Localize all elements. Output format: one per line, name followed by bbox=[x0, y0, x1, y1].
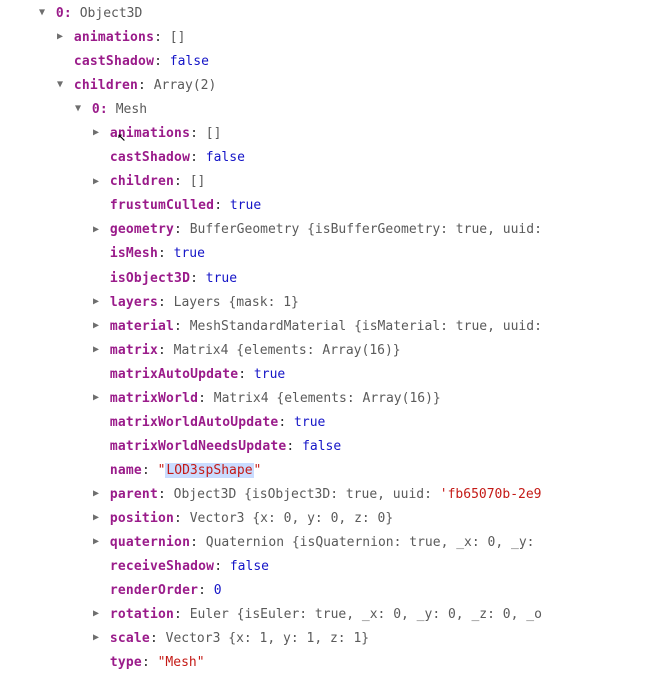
type-label: Mesh bbox=[116, 102, 147, 117]
prop-castShadow[interactable]: ▶ castShadow: false bbox=[8, 50, 653, 74]
chevron-right-icon[interactable]: ▶ bbox=[90, 605, 102, 624]
chevron-right-icon[interactable]: ▶ bbox=[90, 509, 102, 528]
prop-matrix[interactable]: ▶ matrix: Matrix4 {elements: Array(16)} bbox=[8, 339, 653, 363]
chevron-right-icon[interactable]: ▶ bbox=[54, 28, 66, 47]
chevron-right-icon[interactable]: ▶ bbox=[90, 341, 102, 360]
index-label: 0: bbox=[56, 6, 72, 21]
prop-quaternion[interactable]: ▶ quaternion: Quaternion {isQuaternion: … bbox=[8, 531, 653, 555]
value-label: [] bbox=[170, 30, 186, 45]
prop-layers[interactable]: ▶ layers: Layers {mask: 1} bbox=[8, 291, 653, 315]
prop-frustumCulled[interactable]: ▶ frustumCulled: true bbox=[8, 194, 653, 218]
prop-receiveShadow[interactable]: ▶ receiveShadow: false bbox=[8, 555, 653, 579]
selected-text: LOD3spShape bbox=[165, 463, 253, 478]
chevron-right-icon[interactable]: ▶ bbox=[90, 485, 102, 504]
prop-castShadow[interactable]: ▶ castShadow: false bbox=[8, 146, 653, 170]
prop-animations[interactable]: ▶ animations: [] bbox=[8, 122, 653, 146]
prop-parent[interactable]: ▶ parent: Object3D {isObject3D: true, uu… bbox=[8, 483, 653, 507]
node-child-0[interactable]: ▼ 0: Mesh bbox=[8, 98, 653, 122]
prop-isObject3D[interactable]: ▶ isObject3D: true bbox=[8, 267, 653, 291]
value-label: false bbox=[170, 54, 209, 69]
chevron-down-icon[interactable]: ▼ bbox=[72, 100, 84, 119]
prop-scale[interactable]: ▶ scale: Vector3 {x: 1, y: 1, z: 1} bbox=[8, 627, 653, 651]
prop-children[interactable]: ▼ children: Array(2) bbox=[8, 74, 653, 98]
chevron-right-icon[interactable]: ▶ bbox=[90, 173, 102, 192]
prop-type[interactable]: ▶ type: "Mesh" bbox=[8, 651, 653, 675]
chevron-right-icon[interactable]: ▶ bbox=[90, 389, 102, 408]
chevron-right-icon[interactable]: ▶ bbox=[90, 533, 102, 552]
prop-renderOrder[interactable]: ▶ renderOrder: 0 bbox=[8, 579, 653, 603]
expand-toggle-open[interactable]: ▼ bbox=[36, 4, 48, 23]
chevron-right-icon[interactable]: ▶ bbox=[90, 221, 102, 240]
node-root[interactable]: ▼ 0: Object3D bbox=[8, 2, 653, 26]
prop-matrixWorldAutoUpdate[interactable]: ▶ matrixWorldAutoUpdate: true bbox=[8, 411, 653, 435]
chevron-right-icon[interactable]: ▶ bbox=[90, 317, 102, 336]
chevron-right-icon[interactable]: ▶ bbox=[90, 293, 102, 312]
value-label: Array(2) bbox=[154, 78, 217, 93]
console-object-tree[interactable]: ▼ 0: Object3D ▶ animations: [] ▶ castSha… bbox=[0, 0, 653, 691]
key-label: children bbox=[74, 78, 138, 93]
prop-name[interactable]: ▶ name: "LOD3spShape" bbox=[8, 459, 653, 483]
key-label: castShadow bbox=[74, 54, 154, 69]
key-label: animations bbox=[74, 30, 154, 45]
prop-matrixWorldNeedsUpdate[interactable]: ▶ matrixWorldNeedsUpdate: false bbox=[8, 435, 653, 459]
prop-rotation[interactable]: ▶ rotation: Euler {isEuler: true, _x: 0,… bbox=[8, 603, 653, 627]
prop-geometry[interactable]: ▶ geometry: BufferGeometry {isBufferGeom… bbox=[8, 218, 653, 242]
chevron-down-icon[interactable]: ▼ bbox=[54, 76, 66, 95]
index-label: 0: bbox=[92, 102, 108, 117]
prop-matrixWorld[interactable]: ▶ matrixWorld: Matrix4 {elements: Array(… bbox=[8, 387, 653, 411]
prop-animations[interactable]: ▶ animations: [] bbox=[8, 26, 653, 50]
prop-matrixAutoUpdate[interactable]: ▶ matrixAutoUpdate: true bbox=[8, 363, 653, 387]
chevron-right-icon[interactable]: ▶ bbox=[90, 629, 102, 648]
prop-children[interactable]: ▶ children: [] bbox=[8, 170, 653, 194]
prop-material[interactable]: ▶ material: MeshStandardMaterial {isMate… bbox=[8, 315, 653, 339]
chevron-right-icon[interactable]: ▶ bbox=[90, 124, 102, 143]
prop-position[interactable]: ▶ position: Vector3 {x: 0, y: 0, z: 0} bbox=[8, 507, 653, 531]
prop-isMesh[interactable]: ▶ isMesh: true bbox=[8, 242, 653, 266]
type-label: Object3D bbox=[80, 6, 143, 21]
